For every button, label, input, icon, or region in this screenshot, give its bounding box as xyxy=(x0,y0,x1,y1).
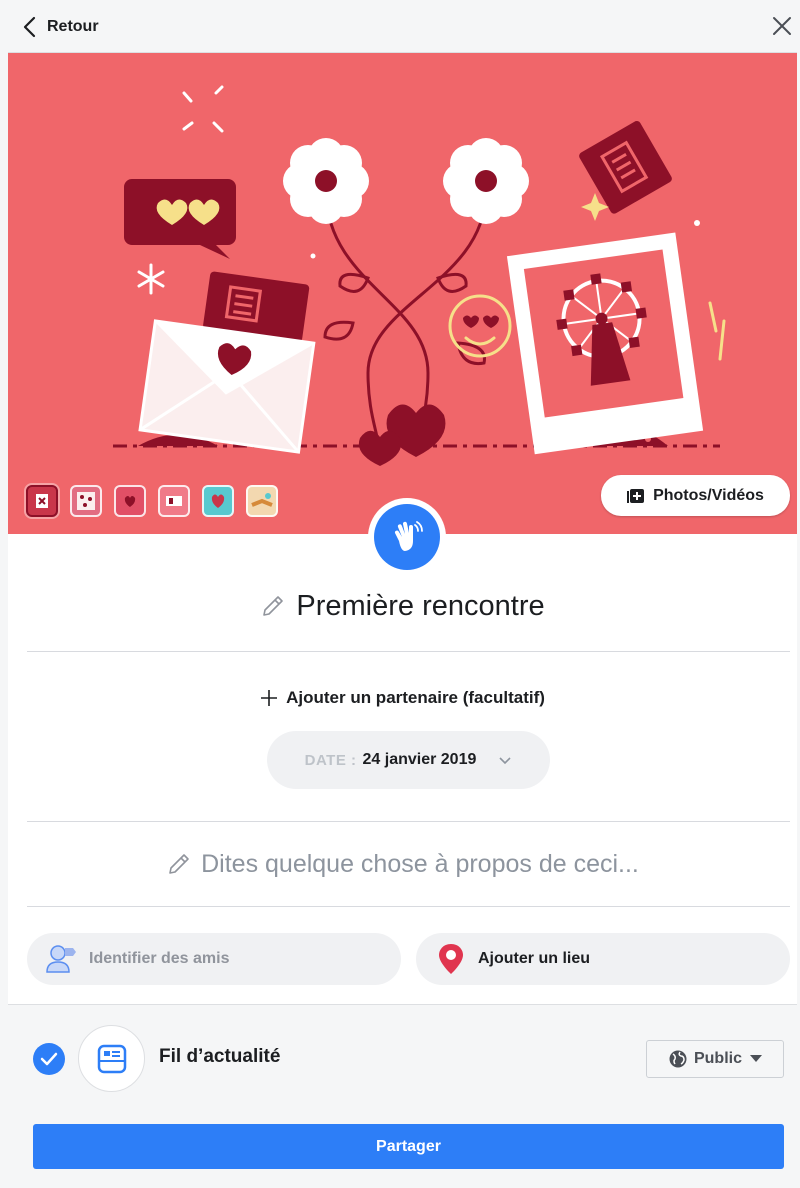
pencil-icon xyxy=(169,854,189,874)
divider xyxy=(27,651,790,652)
privacy-selector[interactable]: Public xyxy=(646,1040,784,1078)
life-event-dialog: Retour Photos/Vidéos Première rencontre … xyxy=(8,0,797,1188)
tag-friends-label: Identifier des amis xyxy=(89,950,230,967)
check-icon xyxy=(40,1052,58,1066)
date-selector[interactable]: DATE : 24 janvier 2019 xyxy=(267,731,550,789)
back-label: Retour xyxy=(47,18,99,35)
date-label: DATE : xyxy=(304,751,357,769)
map-pin-icon xyxy=(439,944,463,974)
add-location-label: Ajouter un lieu xyxy=(478,950,590,967)
pencil-icon xyxy=(263,596,284,616)
cover-thumbnail-heart-card[interactable] xyxy=(114,485,146,517)
photos-videos-button[interactable]: Photos/Vidéos xyxy=(601,475,790,516)
window-edge-left xyxy=(0,0,8,1188)
divider xyxy=(27,821,790,822)
daisy-left xyxy=(283,138,369,224)
date-value: 24 janvier 2019 xyxy=(362,751,477,768)
add-photo-icon xyxy=(627,488,645,503)
description-placeholder: Dites quelque chose à propos de ceci... xyxy=(201,849,639,878)
close-icon[interactable] xyxy=(770,14,794,38)
feed-checkbox[interactable] xyxy=(33,1043,65,1075)
news-feed-avatar xyxy=(78,1025,145,1092)
wave-hand-icon xyxy=(394,521,423,551)
divider xyxy=(27,906,790,907)
cover-thumbnail-hands[interactable] xyxy=(246,485,278,517)
share-footer: Fil d’actualité Public Partager xyxy=(8,1004,797,1188)
cover-thumbnail-envelope-x[interactable] xyxy=(26,485,58,517)
cover-thumbnails xyxy=(26,485,278,517)
back-button[interactable]: Retour xyxy=(22,13,99,41)
event-title-row[interactable]: Première rencontre xyxy=(8,584,797,628)
add-partner-button[interactable]: Ajouter un partenaire (facultatif) xyxy=(8,684,797,712)
cover-thumbnail-hearts-pattern[interactable] xyxy=(70,485,102,517)
event-banner: Photos/Vidéos xyxy=(8,53,797,534)
event-title: Première rencontre xyxy=(296,589,545,622)
globe-icon xyxy=(669,1050,687,1068)
photos-videos-label: Photos/Vidéos xyxy=(653,486,764,504)
chevron-down-icon xyxy=(499,757,511,765)
feed-label: Fil d’actualité xyxy=(159,1046,281,1067)
add-location-button[interactable]: Ajouter un lieu xyxy=(416,933,790,985)
privacy-label: Public xyxy=(693,1050,742,1067)
description-input[interactable]: Dites quelque chose à propos de ceci... xyxy=(8,842,797,886)
valentine-illustration xyxy=(113,85,726,466)
chevron-left-icon xyxy=(23,16,36,38)
plus-icon xyxy=(261,690,278,706)
tag-friends-button[interactable]: Identifier des amis xyxy=(27,933,401,985)
share-label: Partager xyxy=(376,1137,441,1155)
cover-thumbnail-tickets[interactable] xyxy=(158,485,190,517)
share-button[interactable]: Partager xyxy=(33,1124,784,1169)
event-type-badge xyxy=(368,498,446,576)
add-partner-label: Ajouter un partenaire (facultatif) xyxy=(286,688,545,707)
cover-thumbnail-heart-teal[interactable] xyxy=(202,485,234,517)
news-feed-icon xyxy=(97,1044,126,1073)
daisy-right xyxy=(443,138,529,224)
dialog-header: Retour xyxy=(8,0,797,53)
tag-person-icon xyxy=(46,945,76,973)
caret-down-icon xyxy=(750,1055,762,1062)
